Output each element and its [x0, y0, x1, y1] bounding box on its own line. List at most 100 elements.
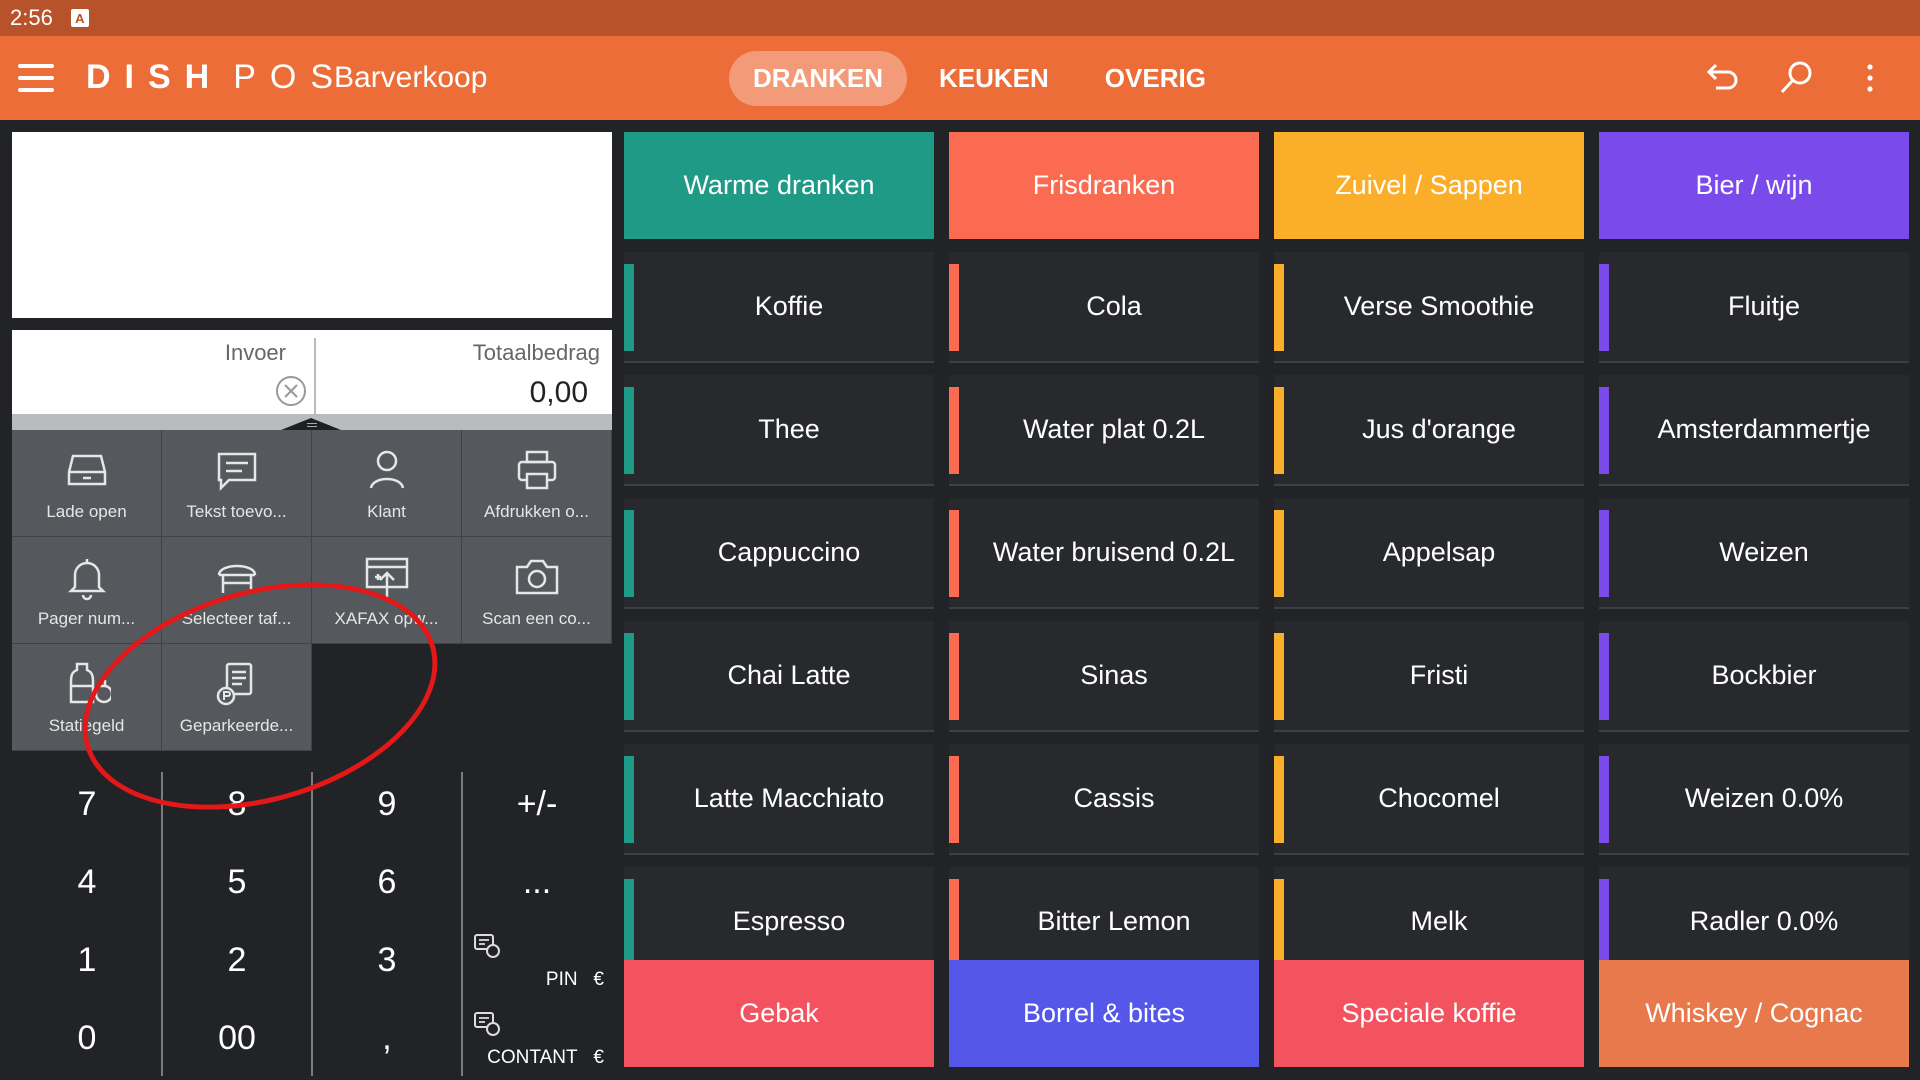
key-8[interactable]: 8 — [162, 765, 312, 843]
product-tile[interactable]: Water plat 0.2L — [949, 375, 1259, 486]
key-6[interactable]: 6 — [312, 843, 462, 921]
product-tile[interactable]: Jus d'orange — [1274, 375, 1584, 486]
geparkeerde-bonnen-button[interactable]: Geparkeerde... — [162, 644, 312, 751]
tab-dranken[interactable]: DRANKEN — [729, 51, 907, 106]
key-00[interactable]: 00 — [162, 999, 312, 1077]
divider — [311, 772, 313, 1076]
total-label: Totaalbedrag — [472, 340, 600, 365]
clear-input-icon[interactable] — [274, 374, 308, 408]
xafax-button[interactable]: XAFAX opw... — [312, 537, 462, 644]
category-bottom-2[interactable]: Speciale koffie — [1274, 960, 1584, 1067]
key-3[interactable]: 3 — [312, 921, 462, 999]
key-comma[interactable]: , — [312, 999, 462, 1077]
undo-icon[interactable] — [1702, 58, 1742, 98]
product-tile[interactable]: Weizen — [1599, 498, 1909, 609]
category-top-0[interactable]: Warme dranken — [624, 132, 934, 239]
search-icon[interactable] — [1776, 58, 1816, 98]
key-plus-minus[interactable]: +/- — [462, 765, 612, 843]
product-label: Water plat 0.2L — [1022, 414, 1206, 444]
left-panel: Invoer Totaalbedrag 0,00 Lade open Tekst… — [0, 120, 620, 1080]
more-vert-icon[interactable] — [1850, 58, 1890, 98]
action-label: Lade open — [46, 502, 127, 521]
product-tile[interactable]: Water bruisend 0.2L — [949, 498, 1259, 609]
user-icon — [369, 450, 404, 489]
product-tile[interactable]: Weizen 0.0% — [1599, 744, 1909, 855]
brand-pos: POS — [233, 58, 348, 96]
afdrukken-button[interactable]: Afdrukken o... — [462, 430, 612, 537]
key-9[interactable]: 9 — [312, 765, 462, 843]
upload-icon — [365, 557, 408, 597]
product-tile[interactable]: Verse Smoothie — [1274, 252, 1584, 363]
category-color-bar — [1599, 879, 1609, 966]
grip-icon — [307, 423, 317, 427]
category-color-bar — [1274, 387, 1284, 474]
payment-icon — [474, 1012, 500, 1036]
category-bottom-3[interactable]: Whiskey / Cognac — [1599, 960, 1909, 1067]
hamburger-menu-icon[interactable] — [18, 64, 54, 92]
product-label: Thee — [758, 414, 820, 444]
klant-button[interactable]: Klant — [312, 430, 462, 537]
category-color-bar — [1599, 264, 1609, 351]
product-label: Espresso — [732, 906, 846, 936]
key-7[interactable]: 7 — [12, 765, 162, 843]
tab-keuken[interactable]: KEUKEN — [915, 51, 1073, 106]
product-tile[interactable]: Sinas — [949, 621, 1259, 732]
category-top-3[interactable]: Bier / wijn — [1599, 132, 1909, 239]
category-color-bar — [1274, 756, 1284, 843]
action-label: Afdrukken o... — [484, 502, 589, 521]
scan-coupon-button[interactable]: Scan een co... — [462, 537, 612, 644]
key-2[interactable]: 2 — [162, 921, 312, 999]
product-tile[interactable]: Thee — [624, 375, 934, 486]
cash-label: CONTANT — [487, 1047, 578, 1068]
key-1[interactable]: 1 — [12, 921, 162, 999]
action-label: Statiegeld — [48, 716, 125, 735]
category-color-bar — [624, 264, 634, 351]
product-label: Water bruisend 0.2L — [992, 537, 1236, 567]
category-top-2[interactable]: Zuivel / Sappen — [1274, 132, 1584, 239]
category-color-bar — [1274, 264, 1284, 351]
status-bar: 2:56 A — [0, 0, 1920, 36]
currency-symbol: € — [593, 1047, 604, 1068]
status-time: 2:56 — [10, 5, 53, 30]
product-label: Cola — [1086, 291, 1142, 321]
pay-cash-button[interactable]: CONTANT € — [462, 999, 612, 1077]
product-label: Koffie — [754, 291, 824, 321]
product-label: Bockbier — [1711, 660, 1817, 690]
key-0[interactable]: 0 — [12, 999, 162, 1077]
category-bottom-1[interactable]: Borrel & bites — [949, 960, 1259, 1067]
printer-icon — [517, 450, 556, 490]
product-tile[interactable]: Chocomel — [1274, 744, 1584, 855]
category-color-bar — [949, 879, 959, 966]
key-4[interactable]: 4 — [12, 843, 162, 921]
product-tile[interactable]: Koffie — [624, 252, 934, 363]
tekst-toevoegen-button[interactable]: Tekst toevo... — [162, 430, 312, 537]
key-5[interactable]: 5 — [162, 843, 312, 921]
selecteer-tafel-button[interactable]: Selecteer taf... — [162, 537, 312, 644]
product-tile[interactable]: Bockbier — [1599, 621, 1909, 732]
product-tile[interactable]: Latte Macchiato — [624, 744, 934, 855]
product-tile[interactable]: Appelsap — [1274, 498, 1584, 609]
product-tile[interactable]: Amsterdammertje — [1599, 375, 1909, 486]
product-tile[interactable]: Fluitje — [1599, 252, 1909, 363]
pager-nummer-button[interactable]: Pager num... — [12, 537, 162, 644]
product-label: Fristi — [1409, 660, 1469, 690]
category-bottom-0[interactable]: Gebak — [624, 960, 934, 1067]
product-tile[interactable]: Cappuccino — [624, 498, 934, 609]
product-tile[interactable]: Cassis — [949, 744, 1259, 855]
product-tile[interactable]: Cola — [949, 252, 1259, 363]
product-tile[interactable]: Chai Latte — [624, 621, 934, 732]
notification-icon: A — [70, 9, 89, 27]
category-color-bar — [624, 387, 634, 474]
lade-open-button[interactable]: Lade open — [12, 430, 162, 537]
pay-pin-button[interactable]: PIN € — [462, 921, 612, 999]
product-label: Sinas — [1080, 660, 1148, 690]
action-label: XAFAX opw... — [334, 609, 439, 628]
key-more[interactable]: ... — [462, 843, 612, 921]
product-label: Radler 0.0% — [1689, 906, 1839, 936]
statiegeld-button[interactable]: Statiegeld — [12, 644, 162, 751]
category-top-1[interactable]: Frisdranken — [949, 132, 1259, 239]
category-color-bar — [1274, 633, 1284, 720]
tab-overig[interactable]: OVERIG — [1081, 51, 1230, 106]
product-label: Jus d'orange — [1362, 414, 1516, 444]
product-tile[interactable]: Fristi — [1274, 621, 1584, 732]
